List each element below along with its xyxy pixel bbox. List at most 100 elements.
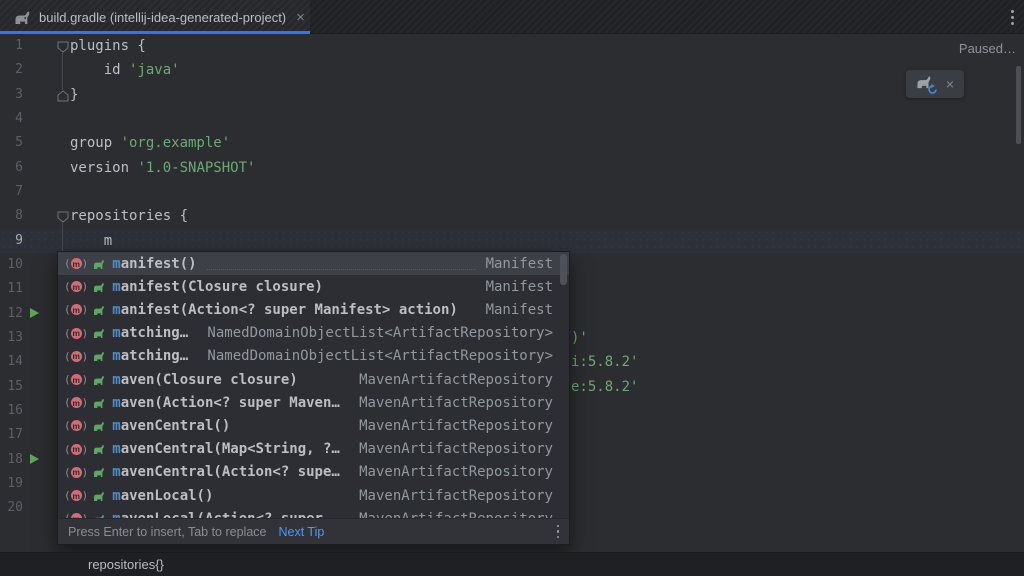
gradle-icon xyxy=(93,443,105,455)
item-name-rest: anifest(Action<? super Manifest> action) xyxy=(121,302,458,318)
line-number: 4 xyxy=(0,107,23,131)
completion-item[interactable]: (m) mavenLocal() MavenArtifactRepository xyxy=(58,484,569,507)
completion-item-type: NamedDomainObjectList<ArtifactRepository… xyxy=(207,348,553,364)
method-icon: (m) xyxy=(64,444,88,455)
method-icon-paren: ( xyxy=(64,258,71,269)
method-icon-letter: m xyxy=(71,258,82,269)
fold-guide-line xyxy=(62,52,63,90)
caret-line-highlight xyxy=(0,229,1024,253)
method-icon-paren: ( xyxy=(64,351,71,362)
completion-item-type: Manifest xyxy=(486,256,553,272)
item-name-rest: avenLocal() xyxy=(121,488,214,504)
editor-tab-bar: build.gradle (intellij-idea-generated-pr… xyxy=(0,0,1024,34)
completion-hint: Press Enter to insert, Tab to replace xyxy=(68,525,266,539)
matched-prefix: m xyxy=(112,348,120,364)
completion-item[interactable]: (m)mavenCentral()MavenArtifactRepository xyxy=(58,414,569,437)
run-gutter-icon[interactable] xyxy=(30,308,39,318)
item-name-rest: avenCentral() xyxy=(121,418,231,434)
method-icon: (m) xyxy=(64,258,88,269)
run-gutter-icon[interactable] xyxy=(30,454,39,464)
fold-guide-line xyxy=(62,222,63,251)
completion-item-name: maven(Action<? super Maven… xyxy=(112,395,340,411)
popup-scrollbar[interactable] xyxy=(560,254,567,285)
method-icon-paren: ) xyxy=(82,467,89,478)
kebab-menu-icon[interactable] xyxy=(557,525,560,539)
method-icon-letter: m xyxy=(71,281,82,292)
breadcrumb-bar: repositories{} xyxy=(0,552,1024,576)
code-fragment: )' xyxy=(571,326,588,350)
breadcrumb[interactable]: repositories{} xyxy=(88,557,164,572)
completion-item-type: Manifest xyxy=(486,302,553,318)
completion-item-type: NamedDomainObjectList<ArtifactRepository… xyxy=(207,325,553,341)
completion-item-name: mavenCentral() xyxy=(112,418,230,434)
completion-item[interactable]: (m)manifest()Manifest xyxy=(58,252,569,275)
completion-item-name: mavenLocal() xyxy=(112,488,213,504)
tab-title: build.gradle (intellij-idea-generated-pr… xyxy=(39,10,286,25)
method-icon-paren: ( xyxy=(64,304,71,315)
tab-close-icon[interactable]: × xyxy=(296,10,305,25)
completion-item-type: MavenArtifactRepository xyxy=(359,488,553,504)
method-icon-paren: ) xyxy=(82,304,89,315)
code-line: group 'org.example' xyxy=(70,131,230,155)
gradle-icon xyxy=(93,258,105,270)
line-number: 5 xyxy=(0,131,23,155)
gradle-icon xyxy=(93,350,105,362)
close-icon[interactable]: × xyxy=(946,77,954,91)
completion-item[interactable]: (m)maven(Closure closure)MavenArtifactRe… xyxy=(58,368,569,391)
completion-item[interactable]: (m)mavenCentral(Map<String, ?…MavenArtif… xyxy=(58,438,569,461)
completion-item-name: manifest(Closure closure) xyxy=(112,279,323,295)
gradle-icon xyxy=(93,304,105,316)
line-number: 12 xyxy=(0,302,23,326)
method-icon-letter: m xyxy=(71,420,82,431)
dotted-leader xyxy=(207,257,476,270)
method-icon: (m) xyxy=(64,374,88,385)
popup-footer: Press Enter to insert, Tab to replace Ne… xyxy=(58,518,569,544)
line-number: 3 xyxy=(0,83,23,107)
next-tip-link[interactable]: Next Tip xyxy=(278,525,324,539)
method-icon-letter: m xyxy=(71,397,82,408)
method-icon-paren: ( xyxy=(64,467,71,478)
method-icon-paren: ( xyxy=(64,490,71,501)
code-text: } xyxy=(70,87,78,103)
code-fragment: e:5.8.2' xyxy=(571,375,638,399)
completion-item-name: mavenCentral(Map<String, ?… xyxy=(112,441,340,457)
editor-scrollbar[interactable] xyxy=(1016,66,1021,144)
method-icon: (m) xyxy=(64,490,88,501)
load-gradle-changes-button[interactable] xyxy=(916,74,936,94)
method-icon-paren: ( xyxy=(64,281,71,292)
fold-region-end-icon[interactable] xyxy=(57,89,69,107)
completion-item[interactable]: (m)matching…NamedDomainObjectList<Artifa… xyxy=(58,322,569,345)
code-line: repositories { xyxy=(70,204,188,228)
matched-prefix: m xyxy=(112,418,120,434)
line-number: 7 xyxy=(0,180,23,204)
fold-region-start-icon[interactable] xyxy=(57,210,69,228)
method-icon: (m) xyxy=(64,467,88,478)
method-icon-letter: m xyxy=(71,351,82,362)
completion-item-type: MavenArtifactRepository xyxy=(359,395,553,411)
code-text: version xyxy=(70,160,137,176)
gradle-elephant-icon xyxy=(14,10,31,25)
tab-build-gradle[interactable]: build.gradle (intellij-idea-generated-pr… xyxy=(0,0,310,34)
gradle-reload-widget[interactable]: × xyxy=(906,70,964,98)
completion-item-type: Manifest xyxy=(486,279,553,295)
line-number: 10 xyxy=(0,253,23,277)
completion-item[interactable]: (m)maven(Action<? super Maven…MavenArtif… xyxy=(58,391,569,414)
fold-region-start-icon[interactable] xyxy=(57,40,69,58)
completion-item[interactable]: (m)manifest(Closure closure)Manifest xyxy=(58,275,569,298)
item-name-rest: avenCentral(Action<? supe… xyxy=(121,464,340,480)
paused-status: Paused… xyxy=(959,41,1016,56)
code-line: } xyxy=(70,83,78,107)
line-number: 1 xyxy=(0,34,23,58)
completion-item[interactable]: (m)mavenCentral(Action<? supe…MavenArtif… xyxy=(58,461,569,484)
kebab-menu-icon[interactable] xyxy=(1011,10,1014,25)
ide-window: build.gradle (intellij-idea-generated-pr… xyxy=(0,0,1024,576)
completion-item[interactable]: (m)matching…NamedDomainObjectList<Artifa… xyxy=(58,345,569,368)
gradle-icon xyxy=(93,327,105,339)
item-name-rest: atching… xyxy=(121,325,188,341)
item-name-rest: atching… xyxy=(121,348,188,364)
completion-item[interactable]: (m)manifest(Action<? super Manifest> act… xyxy=(58,298,569,321)
gradle-icon xyxy=(93,281,105,293)
line-number: 13 xyxy=(0,326,23,350)
line-number: 20 xyxy=(0,496,23,520)
line-number: 14 xyxy=(0,350,23,374)
